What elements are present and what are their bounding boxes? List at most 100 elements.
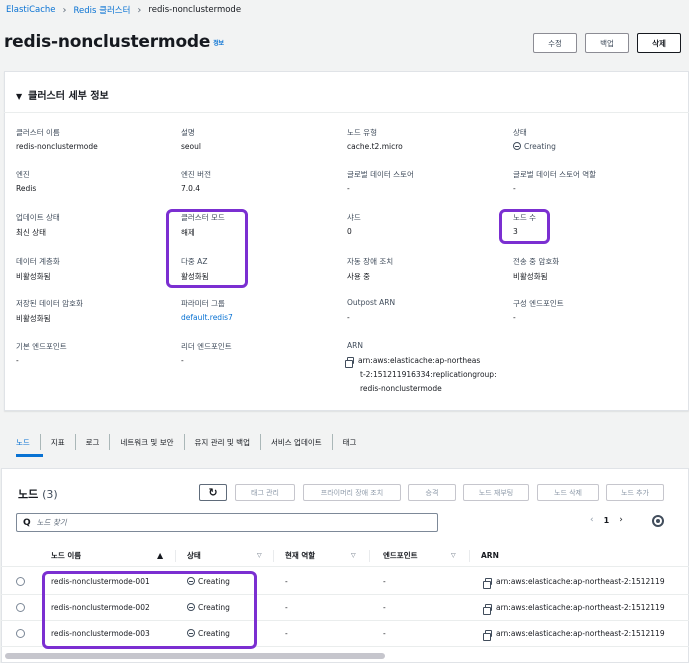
promote-button[interactable]: 승격 (408, 484, 456, 501)
node-arn-text: arn:aws:elasticache:ap-northeast-2:15121… (496, 603, 665, 612)
search-icon: Q (23, 517, 31, 528)
pending-icon (513, 142, 521, 150)
label-node-type: 노드 유형 (347, 128, 377, 137)
arn-line-2: t-2:151211916334:replicationgroup: (360, 370, 497, 379)
label-shards: 샤드 (347, 213, 361, 222)
info-link[interactable]: 정보 (213, 40, 224, 47)
col-arn[interactable]: ARN (481, 551, 499, 560)
breadcrumb-redis-clusters[interactable]: Redis 클러스터 (74, 4, 131, 16)
cluster-details-header[interactable]: ▼ 클러스터 세부 정보 (16, 87, 109, 102)
value-data-tiering: 비활성화됨 (16, 272, 51, 281)
primary-failover-button[interactable]: 프라이머리 장애 조치 (303, 484, 401, 501)
sort-asc-icon[interactable]: ▲ (157, 551, 163, 560)
label-transit-encryption: 전송 중 암호화 (513, 257, 560, 266)
backup-button[interactable]: 백업 (585, 33, 629, 53)
node-role: - (285, 577, 288, 586)
row-radio[interactable] (16, 629, 25, 638)
value-description: seoul (181, 142, 201, 151)
chevron-right-icon: › (62, 4, 67, 16)
next-page-icon[interactable]: › (619, 515, 623, 525)
divider (4, 112, 689, 113)
delete-button[interactable]: 삭제 (637, 33, 681, 53)
column-divider (469, 549, 470, 562)
row-radio[interactable] (16, 577, 25, 586)
value-arn: arn:aws:elasticache:ap-northeas (345, 356, 480, 368)
tab-service-updates[interactable]: 서비스 업데이트 (261, 434, 333, 450)
copy-icon[interactable] (483, 630, 492, 641)
delete-node-button[interactable]: 노드 삭제 (537, 484, 599, 501)
tab-tags[interactable]: 태그 (333, 434, 367, 450)
node-role: - (285, 629, 288, 638)
copy-icon[interactable] (345, 357, 354, 368)
label-data-tiering: 데이터 계층화 (16, 257, 60, 266)
prev-page-icon[interactable]: ‹ (590, 515, 594, 525)
value-reader-endpoint: - (181, 356, 184, 365)
nodes-title: 노드 (18, 488, 39, 501)
add-node-button[interactable]: 노드 추가 (606, 484, 664, 501)
label-global-datastore: 글로벌 데이터 스토어 (347, 170, 414, 179)
active-tab-indicator (16, 454, 43, 457)
value-status: Creating (513, 142, 556, 151)
tab-metrics[interactable]: 지표 (41, 434, 76, 450)
label-status: 상태 (513, 128, 527, 137)
value-at-rest-encryption: 비활성화됨 (16, 314, 51, 323)
row-radio[interactable] (16, 603, 25, 612)
column-divider (273, 549, 274, 562)
node-endpoint: - (383, 603, 386, 612)
refresh-button[interactable]: ↻ (199, 484, 227, 501)
label-reader-endpoint: 리더 엔드포인트 (181, 342, 232, 351)
copy-icon[interactable] (483, 604, 492, 615)
value-cluster-name: redis-nonclustermode (16, 142, 98, 151)
caret-down-icon: ▼ (16, 92, 23, 101)
highlight-node-names (42, 571, 257, 649)
value-parameter-group-link[interactable]: default.redis7 (181, 313, 233, 322)
value-primary-endpoint: - (16, 356, 19, 365)
horizontal-scrollbar[interactable] (5, 653, 385, 659)
label-engine-version: 엔진 버전 (181, 170, 211, 179)
node-arn-text: arn:aws:elasticache:ap-northeast-2:15121… (496, 629, 665, 638)
node-endpoint: - (383, 577, 386, 586)
sort-icon[interactable]: ▽ (257, 552, 262, 559)
label-arn: ARN (347, 341, 363, 350)
tab-bar: 노드 지표 로그 네트워크 및 보안 유지 관리 및 백업 서비스 업데이트 태… (16, 428, 366, 456)
breadcrumb: ElastiCache › Redis 클러스터 › redis-nonclus… (6, 4, 242, 17)
label-outpost-arn: Outpost ARN (347, 298, 396, 307)
sort-icon[interactable]: ▽ (351, 552, 356, 559)
sort-icon[interactable]: ▽ (451, 552, 456, 559)
label-at-rest-encryption: 저장된 데이터 암호화 (16, 299, 83, 308)
gear-icon[interactable] (652, 515, 664, 527)
col-node-name[interactable]: 노드 이름 (51, 550, 81, 561)
pagination: ‹ 1 › (590, 515, 623, 525)
breadcrumb-current: redis-nonclustermode (148, 5, 242, 15)
tab-network-security[interactable]: 네트워크 및 보안 (110, 434, 185, 450)
tab-maintenance-backup[interactable]: 유지 관리 및 백업 (185, 434, 261, 450)
label-engine: 엔진 (16, 170, 30, 179)
node-search-input[interactable]: Q 노드 찾기 (16, 513, 438, 532)
copy-icon[interactable] (483, 578, 492, 589)
col-status[interactable]: 상태 (187, 550, 201, 561)
node-role: - (285, 603, 288, 612)
label-cluster-name: 클러스터 이름 (16, 128, 60, 137)
nodes-count: (3) (42, 488, 58, 501)
label-update-status: 업데이트 상태 (16, 213, 60, 222)
breadcrumb-elasticache[interactable]: ElastiCache (6, 5, 56, 15)
tab-logs[interactable]: 로그 (76, 434, 111, 450)
col-endpoint[interactable]: 엔드포인트 (383, 550, 418, 561)
value-node-type: cache.t2.micro (347, 142, 403, 151)
value-engine: Redis (16, 184, 37, 193)
manage-tags-button[interactable]: 태그 관리 (235, 484, 295, 501)
col-current-role[interactable]: 현재 역할 (285, 550, 315, 561)
page-number[interactable]: 1 (604, 516, 610, 525)
highlight-node-count (499, 209, 550, 244)
value-update-status: 최신 상태 (16, 228, 46, 237)
value-auto-failover: 사용 중 (347, 272, 371, 281)
node-arn: arn:aws:elasticache:ap-northeast-2:15121… (483, 577, 665, 589)
label-primary-endpoint: 기본 엔드포인트 (16, 342, 67, 351)
edit-button[interactable]: 수정 (533, 33, 577, 53)
reboot-node-button[interactable]: 노드 재부팅 (463, 484, 529, 501)
page-title: redis-nonclustermode 정보 (4, 32, 224, 52)
tab-nodes[interactable]: 노드 (16, 434, 41, 450)
node-arn-text: arn:aws:elasticache:ap-northeast-2:15121… (496, 577, 665, 586)
label-global-datastore-role: 글로벌 데이터 스토어 역할 (513, 170, 597, 179)
chevron-right-icon: › (137, 4, 142, 16)
